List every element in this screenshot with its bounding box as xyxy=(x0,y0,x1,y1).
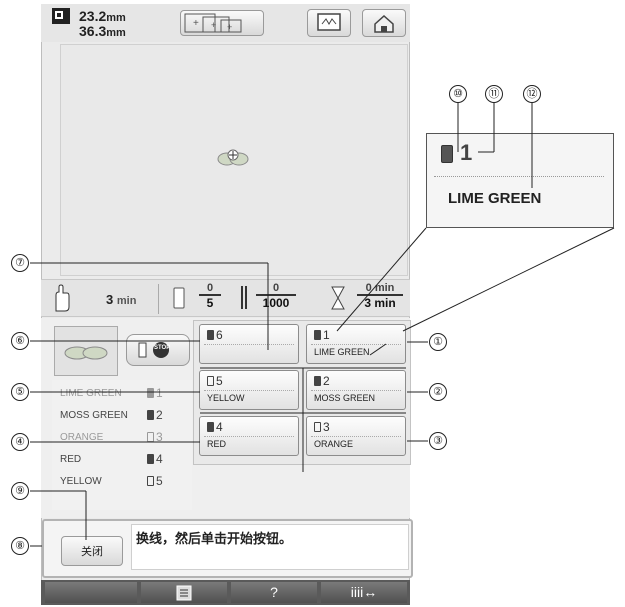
callout-5: ⑤ xyxy=(11,383,29,401)
callout-9: ⑨ xyxy=(11,482,29,500)
callout-12: ⑫ xyxy=(523,85,541,103)
callout-6: ⑥ xyxy=(11,332,29,350)
callout-11: ⑪ xyxy=(485,85,503,103)
callout-8: ⑧ xyxy=(11,537,29,555)
callout-10: ⑩ xyxy=(449,85,467,103)
callout-3: ③ xyxy=(429,432,447,450)
callout-4: ④ xyxy=(11,433,29,451)
callout-1: ① xyxy=(429,333,447,351)
callout-7: ⑦ xyxy=(11,254,29,272)
callout-2: ② xyxy=(429,383,447,401)
